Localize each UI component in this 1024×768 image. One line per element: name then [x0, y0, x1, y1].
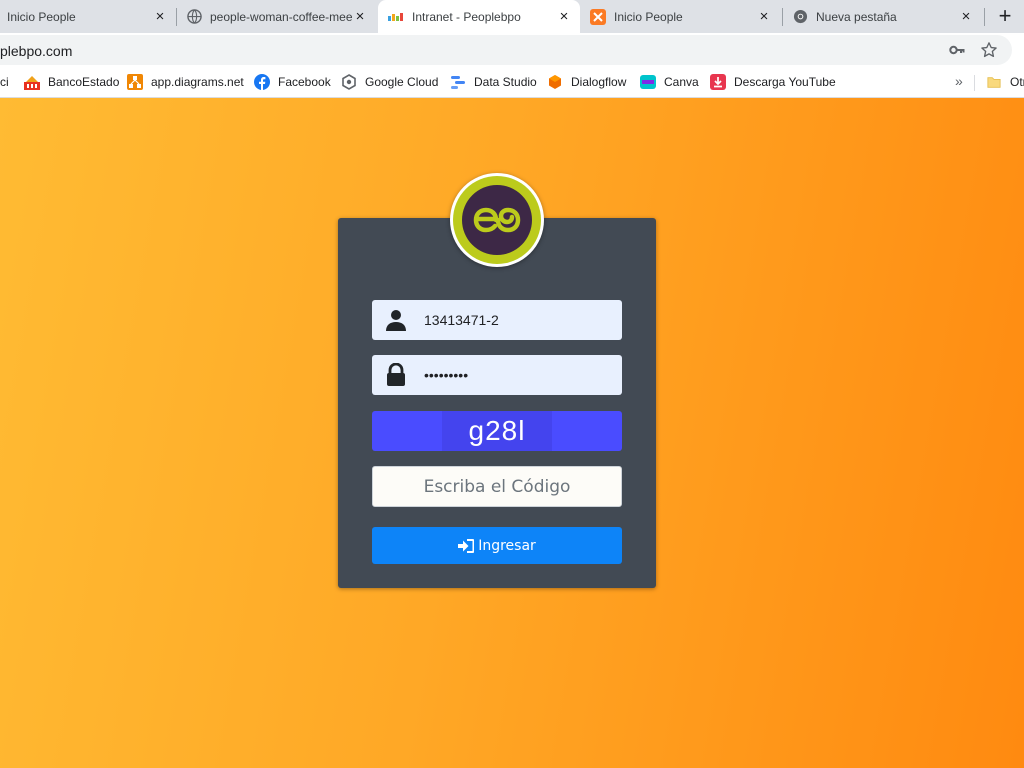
close-icon[interactable]: × [556, 8, 572, 25]
tab-nueva-pestana[interactable]: Nueva pestaña × [792, 0, 982, 33]
ingresar-label: Ingresar [478, 537, 536, 554]
xampp-icon [590, 8, 606, 25]
ingresar-button[interactable]: Ingresar [372, 527, 622, 564]
bancoestado-icon [24, 74, 40, 90]
chrome-icon [792, 9, 808, 25]
logo-ring [453, 176, 541, 264]
diagrams-icon [127, 74, 143, 90]
tab-people-woman-coffee[interactable]: people-woman-coffee-mee × [186, 0, 376, 33]
youtube-download-icon [710, 74, 726, 90]
bookmark-canva[interactable]: Canva [640, 73, 699, 91]
bookmark-label: BancoEstado [48, 75, 120, 89]
bookmark-data-studio[interactable]: Data Studio [450, 73, 537, 91]
facebook-icon [254, 74, 270, 90]
bookmark-label: Descarga YouTube [734, 75, 836, 89]
dialogflow-icon [547, 74, 563, 90]
bookmark-other-folder[interactable]: Otr [986, 73, 1024, 91]
password-field[interactable]: ••••••••• [372, 355, 622, 395]
tab-inicio-people-2[interactable]: Inicio People × [590, 0, 780, 33]
username-value: 13413471-2 [424, 312, 499, 328]
folder-icon [986, 74, 1002, 90]
close-icon[interactable]: × [756, 8, 772, 25]
tab-inicio-people-1[interactable]: Inicio People × [0, 0, 176, 33]
bookmarks-bar: ci BancoEstado app.diagrams.net Facebook… [0, 67, 1024, 98]
tab-title: Nueva pestaña [816, 9, 897, 24]
bookmark-label: Facebook [278, 75, 331, 89]
close-icon[interactable]: × [152, 8, 168, 25]
data-studio-icon [450, 74, 466, 90]
bookmark-dialogflow[interactable]: Dialogflow [547, 73, 626, 91]
url-text[interactable]: plebpo.com [0, 43, 72, 59]
tab-title: people-woman-coffee-mee [210, 9, 352, 24]
user-icon [384, 308, 408, 332]
bookmark-bancoestado[interactable]: BancoEstado [24, 73, 119, 91]
sign-in-icon [458, 538, 475, 553]
username-field[interactable]: 13413471-2 [372, 300, 622, 340]
star-icon[interactable] [980, 41, 998, 59]
logo-core [462, 185, 532, 255]
address-bar[interactable]: plebpo.com [0, 35, 1012, 65]
lock-icon [384, 362, 408, 387]
tab-title: Inicio People [7, 9, 76, 24]
bookmark-separator [974, 75, 975, 91]
tab-title: Inicio People [614, 9, 683, 24]
new-tab-button[interactable]: + [994, 5, 1016, 27]
bookmark-descarga-youtube[interactable]: Descarga YouTube [710, 73, 836, 91]
bookmark-diagrams[interactable]: app.diagrams.net [127, 73, 244, 91]
more-bookmarks-button[interactable]: » [955, 73, 963, 89]
bookmark-label: Otr [1010, 75, 1024, 89]
peoplebpo-favicon-icon [388, 9, 404, 25]
captcha-image: g28l [372, 411, 622, 451]
peoplebpo-logo [450, 173, 544, 267]
tab-separator [176, 8, 177, 26]
bookmark-google-cloud[interactable]: Google Cloud [341, 73, 438, 91]
password-value: ••••••••• [424, 367, 469, 383]
logo-mark-icon [473, 207, 521, 233]
login-page: 13413471-2 ••••••••• g28l Ingresar [0, 98, 1024, 768]
canva-icon [640, 74, 656, 90]
captcha-text: g28l [468, 415, 526, 446]
captcha-code-input[interactable] [372, 466, 622, 507]
close-icon[interactable]: × [352, 8, 368, 25]
key-icon[interactable] [949, 43, 965, 57]
bookmark-label: Google Cloud [365, 75, 439, 89]
bookmark-label: ci [0, 75, 9, 89]
close-icon[interactable]: × [958, 8, 974, 25]
google-cloud-icon [341, 74, 357, 90]
bookmark-label: Canva [664, 75, 699, 89]
bookmark-facebook[interactable]: Facebook [254, 73, 331, 91]
toolbar: plebpo.com [0, 33, 1024, 67]
bookmark-label: Dialogflow [571, 75, 627, 89]
bookmark-ci[interactable]: ci [0, 73, 9, 91]
tab-strip: Inicio People × people-woman-coffee-mee … [0, 0, 1024, 33]
tab-intranet-peoplebpo[interactable]: Intranet - Peoplebpo × [378, 0, 580, 33]
bookmark-label: Data Studio [474, 75, 537, 89]
tab-title: Intranet - Peoplebpo [412, 9, 521, 24]
globe-icon [186, 9, 202, 25]
tab-separator [984, 8, 985, 26]
tab-separator [782, 8, 783, 26]
bookmark-label: app.diagrams.net [151, 75, 244, 89]
